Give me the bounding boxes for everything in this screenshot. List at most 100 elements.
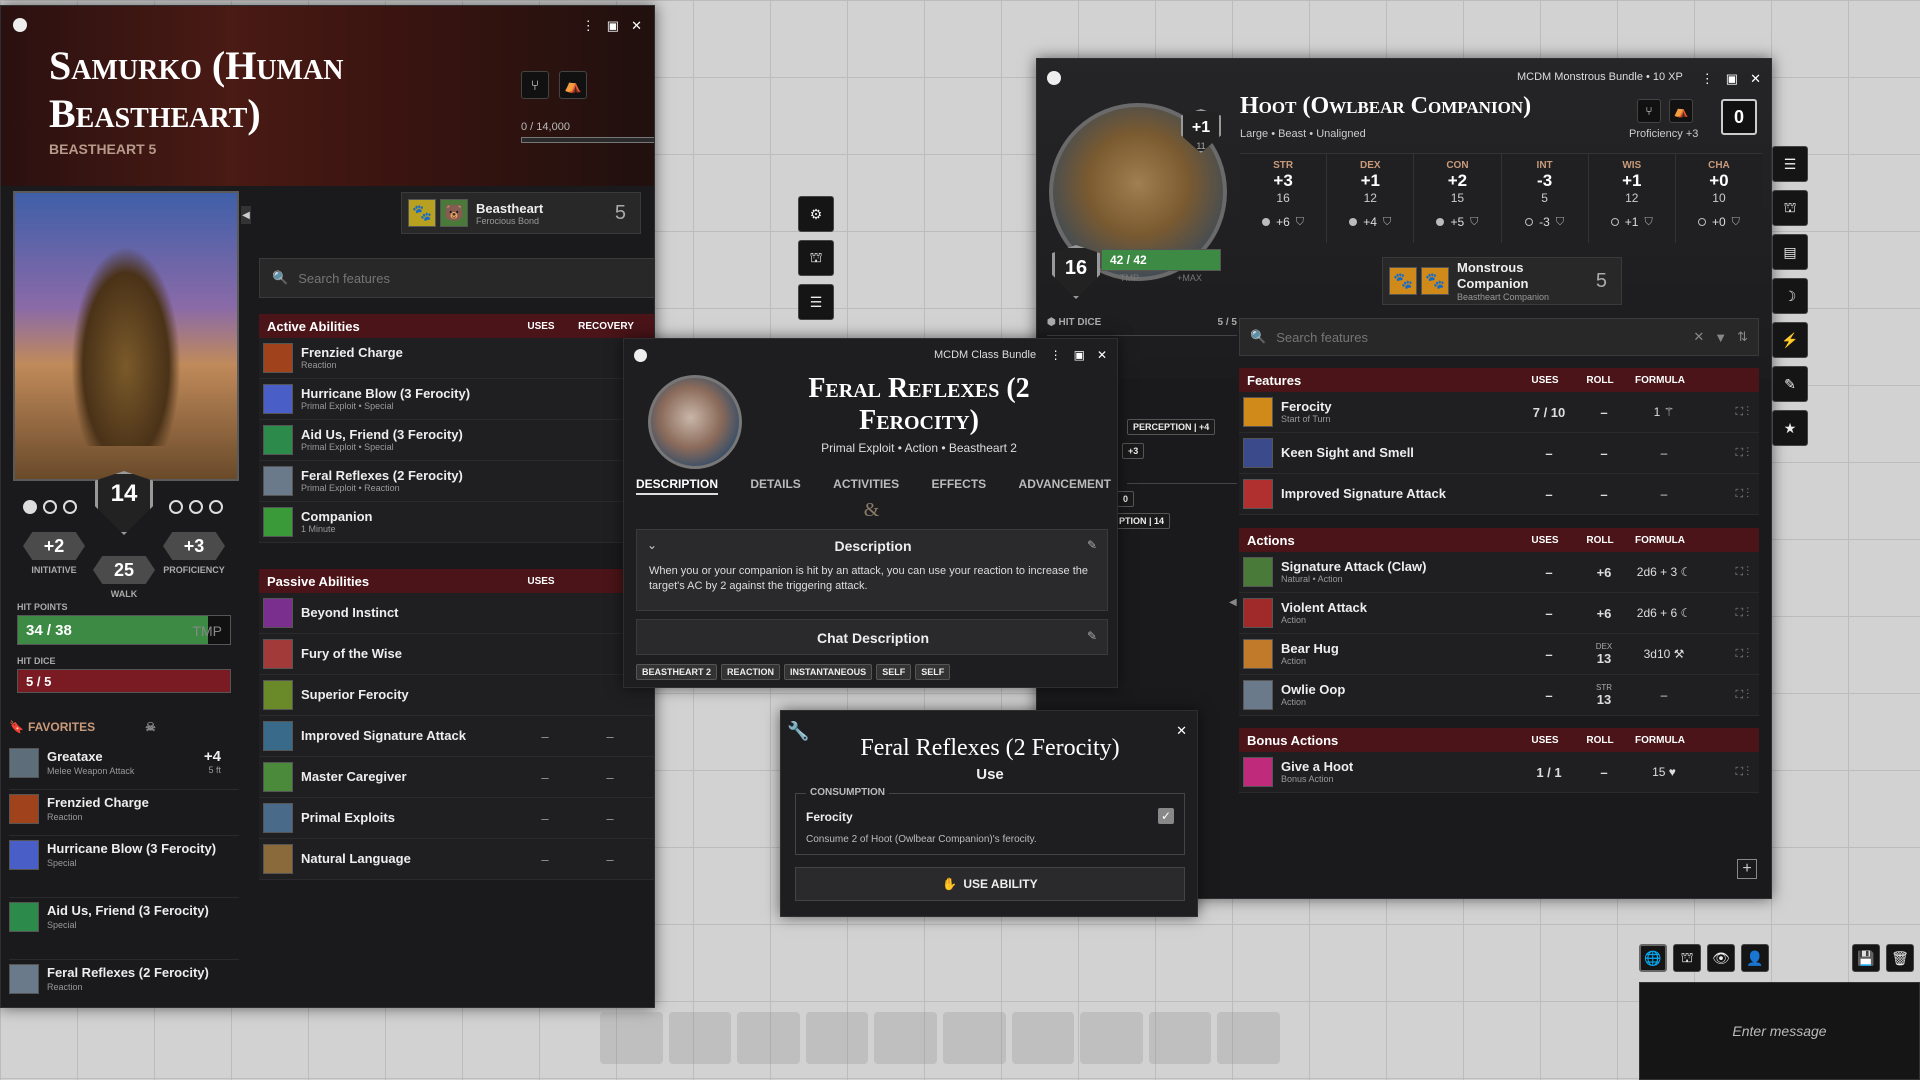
biography-tab-icon[interactable]: ✎ <box>1772 366 1808 402</box>
favorite-item[interactable]: Aid Us, Friend (3 Ferocity) Special <box>9 898 239 960</box>
feature-formula[interactable]: 2d6 + 6 ☾ <box>1629 606 1699 620</box>
edit-icon[interactable]: ✎ <box>1087 538 1097 552</box>
search-input[interactable] <box>1276 329 1684 345</box>
close-icon[interactable]: ✕ <box>1097 348 1107 362</box>
perception-badge[interactable]: PERCEPTION | +4 <box>1127 419 1216 435</box>
tab-effects[interactable]: EFFECTS <box>932 477 987 495</box>
xp-bar[interactable] <box>521 137 654 143</box>
row-controls[interactable]: ⛶ ⋮ <box>1699 566 1755 579</box>
max-field[interactable]: +MAX <box>1177 273 1202 283</box>
ability-dex[interactable]: DEX +1 12 +4 ⛉ <box>1327 154 1415 243</box>
search-input[interactable] <box>298 270 654 286</box>
close-icon[interactable]: ✕ <box>1750 71 1761 87</box>
feature-roll[interactable]: – <box>1579 487 1629 502</box>
initiative-value[interactable]: +2 <box>23 532 85 560</box>
save-row[interactable]: +6 ⛉ <box>1240 215 1326 229</box>
use-ability-button[interactable]: ✋ USE ABILITY <box>795 867 1185 901</box>
filter-icon[interactable]: ▼ <box>1714 330 1727 345</box>
row-controls[interactable]: ⛶ ⋮ <box>1699 607 1755 620</box>
spell-slots-left[interactable] <box>23 500 77 514</box>
feature-formula[interactable]: 15 ♥ <box>1629 765 1699 779</box>
feature-row[interactable]: Ferocity Start of Turn 7 / 10–1 ⚚ ⛶ ⋮ <box>1239 392 1759 433</box>
trash-icon[interactable]: 🗑 <box>1886 944 1914 972</box>
clear-icon[interactable]: ✕ <box>1693 329 1704 345</box>
token-icon[interactable]: ▣ <box>1074 348 1085 362</box>
tmp-hp-field[interactable]: TMP <box>192 623 222 639</box>
character-name[interactable]: Samurko (Human Beastheart) <box>49 42 349 138</box>
feature-row[interactable]: Bear Hug Action – DEX 13 3d10 ⚒ ⛶ ⋮ <box>1239 634 1759 675</box>
hp-bar[interactable]: 42 / 42 <box>1101 249 1221 271</box>
row-controls[interactable]: ⛶ ⋮ <box>1699 766 1755 779</box>
save-row[interactable]: +0 ⛉ <box>1676 215 1762 229</box>
feature-row[interactable]: Violent Attack Action – +6 2d6 + 6 ☾ ⛶ ⋮ <box>1239 593 1759 634</box>
ability-row[interactable]: Hurricane Blow (3 Ferocity) Primal Exploi… <box>259 379 654 420</box>
sheet-menu-icon[interactable] <box>1047 71 1061 85</box>
ability-str[interactable]: STR +3 16 +6 ⛉ <box>1240 154 1328 243</box>
feature-formula[interactable]: – <box>1629 446 1699 460</box>
feature-row[interactable]: Owlie Oop Action – STR 13– ⛶ ⋮ <box>1239 675 1759 716</box>
row-controls[interactable]: ⛶ ⋮ <box>645 812 654 825</box>
class-chip[interactable]: 🐾 🐾 Monstrous Companion Beastheart Compa… <box>1382 257 1622 305</box>
consume-checkbox[interactable]: ✓ <box>1158 808 1174 824</box>
sheet-menu-icon[interactable] <box>13 18 27 32</box>
item-image[interactable] <box>648 375 742 469</box>
ability-row[interactable]: Frenzied Charge Reaction <box>259 338 654 379</box>
feature-formula[interactable]: – <box>1629 487 1699 501</box>
row-controls[interactable]: ⛶ ⋮ <box>1699 689 1755 702</box>
rest-short-icon[interactable]: ⑂ <box>1637 99 1661 123</box>
feature-formula[interactable]: – <box>1629 688 1699 702</box>
ability-row[interactable]: Aid Us, Friend (3 Ferocity) Primal Exploi… <box>259 420 654 461</box>
feature-row[interactable]: Improved Signature Attack – – – ⛶ ⋮ <box>1239 474 1759 515</box>
add-item-button[interactable]: + <box>1737 859 1757 879</box>
feature-roll[interactable]: – <box>1579 446 1629 461</box>
sheet-menu-icon[interactable] <box>634 349 647 362</box>
effects-tab-icon[interactable]: ⚡ <box>1772 322 1808 358</box>
inventory-tab-icon[interactable]: ⛫ <box>798 240 834 276</box>
user-icon[interactable]: 👤 <box>1741 944 1769 972</box>
feature-formula[interactable]: 1 ⚚ <box>1629 405 1699 419</box>
rest-short-icon[interactable]: ⑂ <box>521 71 549 99</box>
save-row[interactable]: +5 ⛉ <box>1414 215 1500 229</box>
row-controls[interactable]: ⛶ ⋮ <box>645 730 654 743</box>
tab-activities[interactable]: ACTIVITIES <box>833 477 899 495</box>
passive-row[interactable]: Natural Language – – ⛶ ⋮ <box>259 839 654 880</box>
passive-perception-badge[interactable]: PTION | 14 <box>1113 513 1171 529</box>
skill-badge[interactable]: +3 <box>1122 443 1145 459</box>
speed-value[interactable]: 25 <box>93 556 155 584</box>
favorite-item[interactable]: Frenzied Charge Reaction <box>9 790 239 836</box>
feature-roll[interactable]: 13 <box>1579 651 1629 666</box>
expand-arrow-icon[interactable]: ◀ <box>1229 597 1237 608</box>
proficiency-dot-icon[interactable] <box>1436 218 1445 226</box>
skill-badge[interactable]: 0 <box>1117 491 1135 507</box>
token-icon[interactable]: ▣ <box>607 18 619 34</box>
row-controls[interactable]: ⛶ ⋮ <box>1699 447 1755 460</box>
ability-con[interactable]: CON +2 15 +5 ⛉ <box>1414 154 1502 243</box>
features-tab-icon[interactable]: ☰ <box>798 284 834 320</box>
hp-bar[interactable]: 34 / 38 TMP <box>17 615 231 645</box>
rest-long-icon[interactable]: ⛺ <box>559 71 587 99</box>
ability-int[interactable]: INT -3 5 -3 ⛉ <box>1502 154 1589 243</box>
row-controls[interactable]: ⛶ ⋮ <box>1699 488 1755 501</box>
row-controls[interactable]: ⛶ ⋮ <box>645 689 654 702</box>
hit-dice-bar[interactable]: 5 / 5 <box>17 669 231 693</box>
collapse-arrow-icon[interactable]: ◀ <box>241 206 251 224</box>
feature-roll[interactable]: +6 <box>1579 565 1629 580</box>
hidden-icon[interactable]: 👁 <box>1707 944 1735 972</box>
more-icon[interactable]: ⋮ <box>1701 71 1714 87</box>
item-title[interactable]: Feral Reflexes (2 Ferocity) <box>764 373 1074 437</box>
favorite-item[interactable]: Greataxe Melee Weapon Attack +4 5 ft <box>9 744 239 790</box>
tab-details[interactable]: DETAILS <box>750 477 800 495</box>
rest-long-icon[interactable]: ⛺ <box>1669 99 1693 123</box>
companion-name[interactable]: Hoot (Owlbear Companion) <box>1240 93 1531 120</box>
ability-row[interactable]: Companion 1 Minute <box>259 502 654 543</box>
passive-row[interactable]: Primal Exploits – – ⛶ ⋮ <box>259 798 654 839</box>
favorite-item[interactable]: Feral Reflexes (2 Ferocity) Reaction <box>9 960 239 1007</box>
tab-advancement[interactable]: ADVANCEMENT <box>1019 477 1111 495</box>
ability-wis[interactable]: WIS +1 12 +1 ⛉ <box>1589 154 1676 243</box>
save-row[interactable]: +4 ⛉ <box>1327 215 1413 229</box>
armor-class[interactable]: 16 <box>1052 257 1100 280</box>
spells-tab-icon[interactable]: ☽ <box>1772 278 1808 314</box>
edit-icon[interactable]: ✎ <box>1087 629 1097 643</box>
favorite-item[interactable]: Hurricane Blow (3 Ferocity) Special <box>9 836 239 898</box>
proficiency-dot-icon[interactable] <box>1349 218 1358 226</box>
